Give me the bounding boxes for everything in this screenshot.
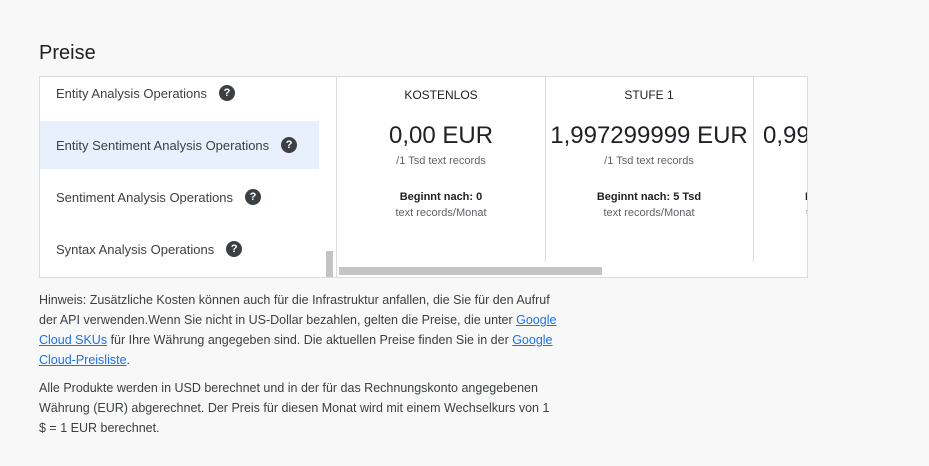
tier-1: STUFE 1 1,997299999 EUR /1 Tsd text reco… (545, 77, 753, 262)
tier-start-unit: text records/Monat (395, 207, 487, 219)
tier-name: KOSTENLOS (404, 88, 478, 102)
note-text: . (126, 353, 131, 367)
tier-start: B (805, 191, 807, 203)
tier-unit: /1 Tsd text records (604, 155, 694, 167)
horizontal-scrollbar-thumb[interactable] (339, 267, 602, 275)
operation-label: Entity Analysis Operations (56, 85, 208, 101)
tier-unit: /1 Tsd text records (396, 155, 486, 167)
tier-free: KOSTENLOS 0,00 EUR /1 Tsd text records B… (337, 77, 545, 262)
operation-item-syntax-analysis[interactable]: Syntax Analysis Operations ? (40, 225, 319, 273)
operation-item-entity-analysis[interactable]: Entity Analysis Operations ? (40, 77, 319, 117)
help-icon[interactable]: ? (245, 189, 262, 205)
section-title: Preise (39, 42, 96, 64)
help-icon[interactable]: ? (226, 241, 243, 257)
operation-item-entity-sentiment-analysis[interactable]: Entity Sentiment Analysis Operations ? (40, 121, 319, 169)
tier-name: STUFE 1 (624, 88, 674, 102)
vertical-scrollbar-thumb[interactable] (326, 251, 333, 277)
tier-start-unit: t (806, 207, 807, 219)
tier-price: 0,00 EUR (388, 122, 494, 149)
note-text: für Ihre Währung angegeben sind. Die akt… (107, 333, 513, 347)
tier-start: Beginnt nach: 5 Tsd (596, 191, 702, 203)
help-icon[interactable]: ? (281, 137, 298, 153)
operation-label: Sentiment Analysis Operations (56, 189, 234, 205)
tier-price: 0,99 (763, 122, 808, 149)
tier-start: Beginnt nach: 0 (399, 191, 483, 203)
operation-label: Syntax Analysis Operations (56, 241, 215, 257)
operation-label: Entity Sentiment Analysis Operations (56, 137, 270, 153)
tier-start-unit: text records/Monat (603, 207, 695, 219)
help-icon[interactable]: ? (219, 85, 236, 101)
operations-list: Entity Analysis Operations ? Entity Sent… (40, 77, 336, 277)
pricing-note: Hinweis: Zusätzliche Kosten können auch … (39, 290, 559, 370)
tier-columns: KOSTENLOS 0,00 EUR /1 Tsd text records B… (336, 77, 808, 277)
tier-price: 1,997299999 EUR (550, 122, 748, 149)
tier-2-partial: 0,99 B t (753, 77, 808, 262)
pricing-table: Entity Analysis Operations ? Entity Sent… (39, 76, 808, 278)
currency-note: Alle Produkte werden in USD berechnet un… (39, 381, 550, 435)
operation-item-sentiment-analysis[interactable]: Sentiment Analysis Operations ? (40, 173, 319, 221)
note-text: Hinweis: Zusätzliche Kosten können auch … (39, 293, 550, 327)
